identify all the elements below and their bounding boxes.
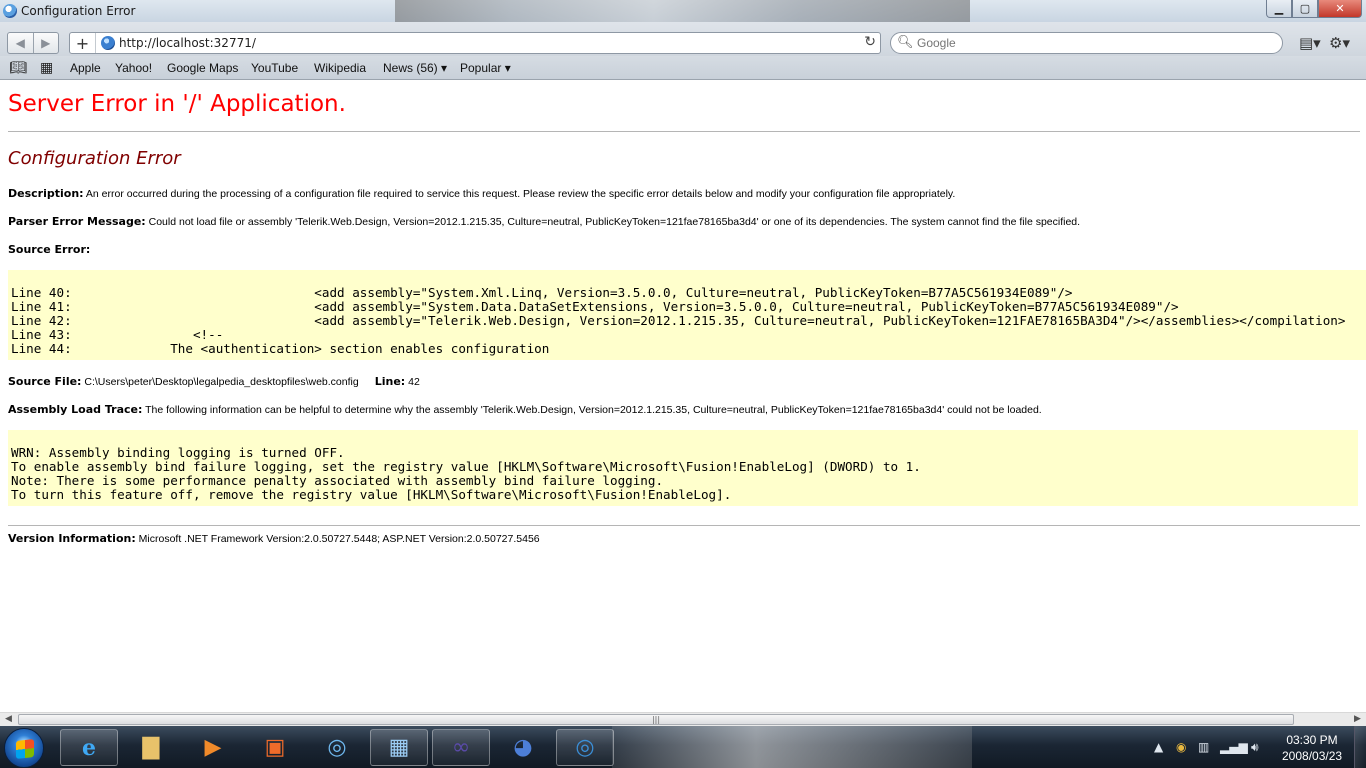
line-label: Line: bbox=[374, 375, 406, 388]
security-icon[interactable]: ◉ bbox=[1176, 740, 1186, 754]
bookmark-yahoo[interactable]: Yahoo! bbox=[115, 61, 152, 75]
search-box[interactable]: 🔍︎ bbox=[890, 32, 1283, 54]
divider bbox=[8, 525, 1360, 526]
maximize-button[interactable]: ▢ bbox=[1292, 0, 1318, 18]
scroll-left-icon[interactable]: ◀ bbox=[5, 714, 12, 724]
bookmark-wikipedia[interactable]: Wikipedia bbox=[314, 61, 366, 75]
page-content: Server Error in '/' Application. Configu… bbox=[0, 81, 1366, 712]
source-line-error: Line 42: <add assembly="Telerik.Web.Desi… bbox=[11, 313, 1346, 328]
bookmark-google-maps[interactable]: Google Maps bbox=[167, 61, 238, 75]
search-icon: 🔍︎ bbox=[897, 35, 914, 50]
description-paragraph: Description: An error occurred during th… bbox=[8, 187, 955, 200]
clock-time: 03:30 PM bbox=[1286, 733, 1338, 747]
media-player-icon[interactable]: ▶ bbox=[184, 729, 242, 766]
internet-explorer-icon[interactable]: e bbox=[60, 729, 118, 766]
source-line: Line 43: <!-- bbox=[11, 327, 224, 342]
control-panel-icon[interactable]: ▦ bbox=[370, 729, 428, 766]
bookmark-apple[interactable]: Apple bbox=[70, 61, 101, 75]
horizontal-scrollbar[interactable]: ◀ ||| ▶ bbox=[0, 712, 1366, 726]
assembly-trace-label: Assembly Load Trace: bbox=[8, 403, 143, 416]
network-signal-icon[interactable]: ▂▄▆ bbox=[1220, 740, 1248, 754]
top-sites-grid-icon[interactable]: ▦ bbox=[40, 60, 53, 76]
source-line: Line 44: The <authentication> section en… bbox=[11, 341, 550, 356]
add-bookmark-icon[interactable]: + bbox=[70, 33, 96, 53]
page-subheading: Configuration Error bbox=[8, 148, 181, 169]
page-heading: Server Error in '/' Application. bbox=[8, 91, 346, 117]
source-file-label: Source File: bbox=[8, 375, 82, 388]
scroll-right-icon[interactable]: ▶ bbox=[1354, 714, 1361, 724]
back-button[interactable]: ◀ bbox=[8, 33, 33, 53]
description-text: An error occurred during the processing … bbox=[83, 188, 956, 200]
parser-error-paragraph: Parser Error Message: Could not load fil… bbox=[8, 215, 1080, 228]
start-button[interactable] bbox=[4, 728, 44, 768]
assembly-trace-text: The following information can be helpful… bbox=[142, 404, 1042, 416]
bookmarks-book-icon[interactable]: 📖︎ bbox=[9, 60, 27, 76]
parser-error-text: Could not load file or assembly 'Telerik… bbox=[145, 216, 1081, 228]
title-bar: Configuration Error ▁ ▢ ✕ bbox=[0, 0, 1366, 22]
volume-icon[interactable]: 🔊︎ bbox=[1251, 740, 1259, 755]
description-label: Description: bbox=[8, 187, 84, 200]
firefox-icon[interactable]: ◕ bbox=[494, 729, 552, 766]
line-number: 42 bbox=[405, 376, 420, 388]
file-explorer-icon[interactable]: ▇ bbox=[122, 729, 180, 766]
search-input[interactable] bbox=[917, 35, 1267, 51]
forward-button[interactable]: ▶ bbox=[32, 33, 59, 53]
system-clock[interactable]: 03:30 PM 2008/03/23 bbox=[1282, 732, 1342, 764]
trace-line: To turn this feature off, remove the reg… bbox=[11, 487, 732, 502]
gear-icon[interactable]: ⚙▾ bbox=[1329, 34, 1350, 52]
reload-icon[interactable]: ↻ bbox=[864, 34, 876, 50]
assembly-trace-paragraph: Assembly Load Trace: The following infor… bbox=[8, 403, 1042, 416]
trace-line: WRN: Assembly binding logging is turned … bbox=[11, 445, 345, 460]
visual-studio-icon[interactable]: ∞ bbox=[432, 729, 490, 766]
navigation-buttons: ◀ ▶ bbox=[7, 32, 59, 54]
office-app-icon[interactable]: ▣ bbox=[246, 729, 304, 766]
parser-error-label: Parser Error Message: bbox=[8, 215, 146, 228]
source-line: Line 40: <add assembly="System.Xml.Linq,… bbox=[11, 285, 1073, 300]
safari-icon bbox=[3, 4, 17, 18]
background-strip bbox=[395, 0, 970, 22]
taskbar-background-image bbox=[612, 726, 972, 768]
source-error-label: Source Error: bbox=[8, 243, 91, 256]
page-menu-icon[interactable]: ▤▾ bbox=[1299, 34, 1321, 52]
source-error-box: Line 40: <add assembly="System.Xml.Linq,… bbox=[8, 270, 1366, 360]
trace-line: Note: There is some performance penalty … bbox=[11, 473, 664, 488]
source-error-paragraph: Source Error: bbox=[8, 243, 90, 256]
address-bar[interactable]: + http://localhost:32771/ ↻ bbox=[69, 32, 881, 54]
taskbar: e ▇ ▶ ▣ ◎ ▦ ∞ ◕ ◎ ▲ ◉ ▥ ▂▄▆ 🔊︎ 03:30 PM … bbox=[0, 726, 1366, 768]
scrollbar-thumb[interactable]: ||| bbox=[18, 714, 1294, 725]
version-paragraph: Version Information: Microsoft .NET Fram… bbox=[8, 532, 540, 545]
bookmark-news[interactable]: News (56) ▾ bbox=[383, 61, 447, 75]
bookmark-youtube[interactable]: YouTube bbox=[251, 61, 298, 75]
minimize-button[interactable]: ▁ bbox=[1266, 0, 1292, 18]
source-file-paragraph: Source File: C:\Users\peter\Desktop\lega… bbox=[8, 375, 420, 388]
version-label: Version Information: bbox=[8, 532, 136, 545]
browser-toolbar: ◀ ▶ + http://localhost:32771/ ↻ 🔍︎ ▤▾ ⚙▾ bbox=[0, 22, 1366, 56]
url-text[interactable]: http://localhost:32771/ bbox=[119, 36, 256, 50]
safari-compass-icon[interactable]: ◎ bbox=[308, 729, 366, 766]
version-text: Microsoft .NET Framework Version:2.0.507… bbox=[135, 533, 540, 545]
bookmarks-bar: 📖︎ ▦ Apple Yahoo! Google Maps YouTube Wi… bbox=[0, 56, 1366, 80]
clock-date: 2008/03/23 bbox=[1282, 749, 1343, 763]
window-controls: ▁ ▢ ✕ bbox=[1266, 0, 1362, 18]
show-desktop-button[interactable] bbox=[1354, 726, 1366, 768]
trace-line: To enable assembly bind failure logging,… bbox=[11, 459, 921, 474]
close-button[interactable]: ✕ bbox=[1318, 0, 1362, 18]
windows-logo-icon bbox=[16, 739, 34, 759]
device-icon[interactable]: ▥ bbox=[1198, 740, 1209, 754]
show-hidden-icons-icon[interactable]: ▲ bbox=[1154, 740, 1163, 754]
window-title: Configuration Error bbox=[21, 4, 136, 18]
bookmark-popular[interactable]: Popular ▾ bbox=[460, 61, 511, 75]
source-line: Line 41: <add assembly="System.Data.Data… bbox=[11, 299, 1179, 314]
divider bbox=[8, 131, 1360, 132]
globe-icon bbox=[101, 36, 115, 50]
safari-active-icon[interactable]: ◎ bbox=[556, 729, 614, 766]
source-file-path: C:\Users\peter\Desktop\legalpedia_deskto… bbox=[81, 376, 359, 388]
assembly-trace-box: WRN: Assembly binding logging is turned … bbox=[8, 430, 1358, 506]
